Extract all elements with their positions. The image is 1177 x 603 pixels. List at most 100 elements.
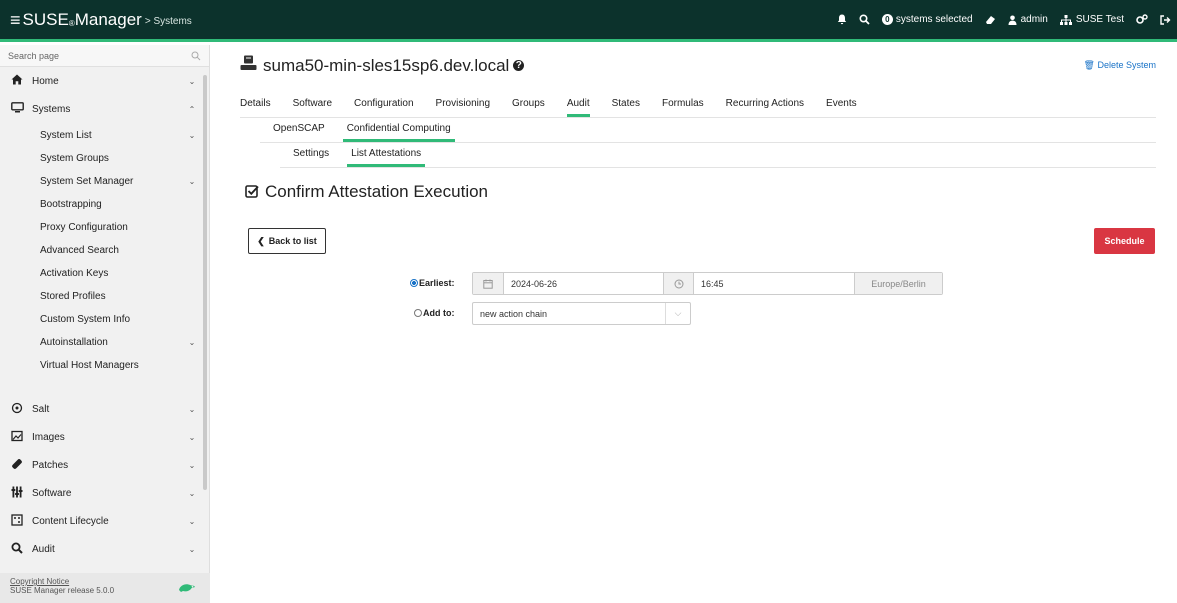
sidebar-subitem-label: Autoinstallation bbox=[40, 337, 108, 348]
sidebar-item-systems[interactable]: Systems ⌃ bbox=[0, 97, 209, 121]
sidebar-subitem-activation-keys[interactable]: Activation Keys bbox=[0, 262, 209, 285]
sidebar-subitem-bootstrapping[interactable]: Bootstrapping bbox=[0, 193, 209, 216]
sidebar-subitem-label: Custom System Info bbox=[40, 314, 131, 325]
sidebar-item-images[interactable]: Images ⌄ bbox=[0, 423, 209, 451]
sidebar-item-audit[interactable]: Audit ⌄ bbox=[0, 535, 209, 563]
sidebar-item-patches[interactable]: Patches ⌄ bbox=[0, 451, 209, 479]
trash-icon: 🗑 bbox=[1083, 60, 1098, 70]
sidebar-item-home[interactable]: Home ⌄ bbox=[0, 69, 209, 93]
chevron-down-icon[interactable]: ⌄ bbox=[185, 131, 199, 140]
systems-selected[interactable]: 0 systems selected bbox=[881, 14, 973, 25]
user-menu[interactable]: admin bbox=[1008, 14, 1048, 25]
date-input[interactable]: 2024-06-26 bbox=[504, 273, 664, 294]
search-icon[interactable] bbox=[859, 14, 870, 25]
sidebar-footer: Copyright Notice SUSE Manager release 5.… bbox=[0, 573, 210, 603]
back-to-list-button[interactable]: ❮ Back to list bbox=[248, 228, 326, 254]
sidebar-subitem-custom-system-info[interactable]: Custom System Info bbox=[0, 308, 209, 331]
tab-details[interactable]: Details bbox=[240, 98, 271, 117]
sidebar-search-input[interactable]: Search page bbox=[8, 51, 191, 61]
search-icon bbox=[10, 542, 24, 557]
eraser-icon[interactable] bbox=[985, 15, 996, 25]
brand-suse: SUSE bbox=[22, 9, 69, 29]
hamburger-menu-icon[interactable]: ≡ bbox=[10, 11, 21, 29]
help-icon[interactable]: ? bbox=[513, 60, 525, 71]
sidebar-search[interactable]: Search page bbox=[0, 45, 209, 67]
sidebar-scrollbar[interactable] bbox=[203, 75, 207, 490]
sidebar-item-salt[interactable]: Salt ⌄ bbox=[0, 395, 209, 423]
tab-provisioning[interactable]: Provisioning bbox=[436, 98, 490, 117]
chevron-down-icon[interactable]: ⌄ bbox=[185, 461, 199, 470]
sidebar-item-software[interactable]: Software ⌄ bbox=[0, 479, 209, 507]
chevron-down-icon[interactable]: ⌄ bbox=[185, 77, 199, 86]
sign-out-icon[interactable] bbox=[1160, 14, 1171, 25]
tab-settings[interactable]: Settings bbox=[293, 148, 329, 167]
chevron-down-icon[interactable]: ⌄ bbox=[185, 177, 199, 186]
images-icon bbox=[10, 430, 24, 445]
schedule-button[interactable]: Schedule bbox=[1094, 228, 1155, 254]
audit-subtabs: OpenSCAP Confidential Computing bbox=[260, 123, 1156, 143]
sidebar-subitem-label: Activation Keys bbox=[40, 268, 109, 279]
sidebar-subitem-virtual-host-managers[interactable]: Virtual Host Managers bbox=[0, 354, 209, 377]
tab-software[interactable]: Software bbox=[293, 98, 332, 117]
sidebar-item-label: Salt bbox=[32, 403, 50, 415]
delete-system-link[interactable]: 🗑 Delete System bbox=[1084, 60, 1156, 71]
chevron-left-icon: ❮ bbox=[257, 235, 265, 246]
system-minion-icon bbox=[240, 55, 257, 76]
chevron-down-icon[interactable]: ⌄ bbox=[185, 405, 199, 414]
home-icon bbox=[10, 74, 24, 88]
tab-confidential-computing[interactable]: Confidential Computing bbox=[342, 123, 455, 142]
tab-states[interactable]: States bbox=[612, 98, 640, 117]
sidebar-subitem-label: Virtual Host Managers bbox=[40, 360, 139, 371]
earliest-option[interactable]: Earliest: bbox=[410, 278, 455, 288]
lifecycle-icon bbox=[10, 513, 24, 529]
confidential-computing-subtabs: Settings List Attestations bbox=[280, 148, 1156, 168]
tab-list-attestations[interactable]: List Attestations bbox=[347, 148, 426, 167]
sidebar-subitem-autoinstallation[interactable]: Autoinstallation ⌄ bbox=[0, 331, 209, 354]
sidebar-subitem-system-groups[interactable]: System Groups bbox=[0, 147, 209, 170]
chevron-down-icon[interactable]: ⌄ bbox=[185, 433, 199, 442]
desktop-icon bbox=[10, 102, 24, 116]
sidebar-item-label: Content Lifecycle bbox=[32, 515, 109, 527]
tab-recurring-actions[interactable]: Recurring Actions bbox=[726, 98, 804, 117]
sidebar-subitem-label: Stored Profiles bbox=[40, 291, 106, 302]
copyright-link[interactable]: Copyright Notice bbox=[10, 577, 200, 586]
release-version: SUSE Manager release 5.0.0 bbox=[10, 586, 115, 595]
sidebar-subitem-system-set-manager[interactable]: System Set Manager ⌄ bbox=[0, 170, 209, 193]
sidebar-item-label: Software bbox=[32, 487, 72, 499]
action-chain-select[interactable]: new action chain ⌵ bbox=[472, 302, 691, 325]
chevron-down-icon[interactable]: ⌄ bbox=[185, 338, 199, 347]
chevron-down-icon[interactable]: ⌄ bbox=[185, 489, 199, 498]
org-menu[interactable]: SUSE Test bbox=[1059, 14, 1124, 25]
tab-formulas[interactable]: Formulas bbox=[662, 98, 704, 117]
patches-icon bbox=[10, 458, 24, 473]
brand-registered: ® bbox=[68, 19, 75, 28]
chevron-up-icon[interactable]: ⌃ bbox=[185, 105, 199, 114]
tab-groups[interactable]: Groups bbox=[512, 98, 545, 117]
check-square-icon bbox=[245, 184, 259, 201]
chevron-down-icon[interactable]: ⌄ bbox=[185, 517, 199, 526]
sidebar-item-content-lifecycle[interactable]: Content Lifecycle ⌄ bbox=[0, 507, 209, 535]
tab-configuration[interactable]: Configuration bbox=[354, 98, 413, 117]
sidebar-subitem-system-list[interactable]: System List ⌄ bbox=[0, 124, 209, 147]
add-to-label: Add to: bbox=[423, 308, 455, 318]
tab-audit[interactable]: Audit bbox=[566, 98, 590, 117]
sidebar-subitem-stored-profiles[interactable]: Stored Profiles bbox=[0, 285, 209, 308]
sidebar: Search page Home ⌄ Systems ⌃ System List… bbox=[0, 45, 210, 603]
brand-logo[interactable]: ≡ SUSE ® Manager > Systems bbox=[0, 0, 192, 39]
sidebar-subitem-advanced-search[interactable]: Advanced Search bbox=[0, 239, 209, 262]
software-icon bbox=[10, 486, 24, 501]
add-to-option[interactable]: Add to: bbox=[414, 308, 455, 318]
gears-icon[interactable] bbox=[1136, 14, 1148, 25]
calendar-icon[interactable] bbox=[473, 273, 504, 294]
tab-events[interactable]: Events bbox=[826, 98, 857, 117]
bell-icon[interactable] bbox=[837, 14, 847, 25]
clock-icon[interactable] bbox=[664, 273, 694, 294]
time-input[interactable]: 16:45 bbox=[694, 273, 854, 294]
tab-openscap[interactable]: OpenSCAP bbox=[273, 123, 325, 142]
sidebar-subitem-proxy-configuration[interactable]: Proxy Configuration bbox=[0, 216, 209, 239]
earliest-datetime-group: 2024-06-26 16:45 Europe/Berlin bbox=[472, 272, 943, 295]
chevron-down-icon[interactable]: ⌄ bbox=[185, 545, 199, 554]
chevron-down-icon[interactable]: ⌵ bbox=[665, 303, 690, 324]
earliest-radio[interactable] bbox=[410, 279, 418, 287]
add-to-radio[interactable] bbox=[414, 309, 422, 317]
